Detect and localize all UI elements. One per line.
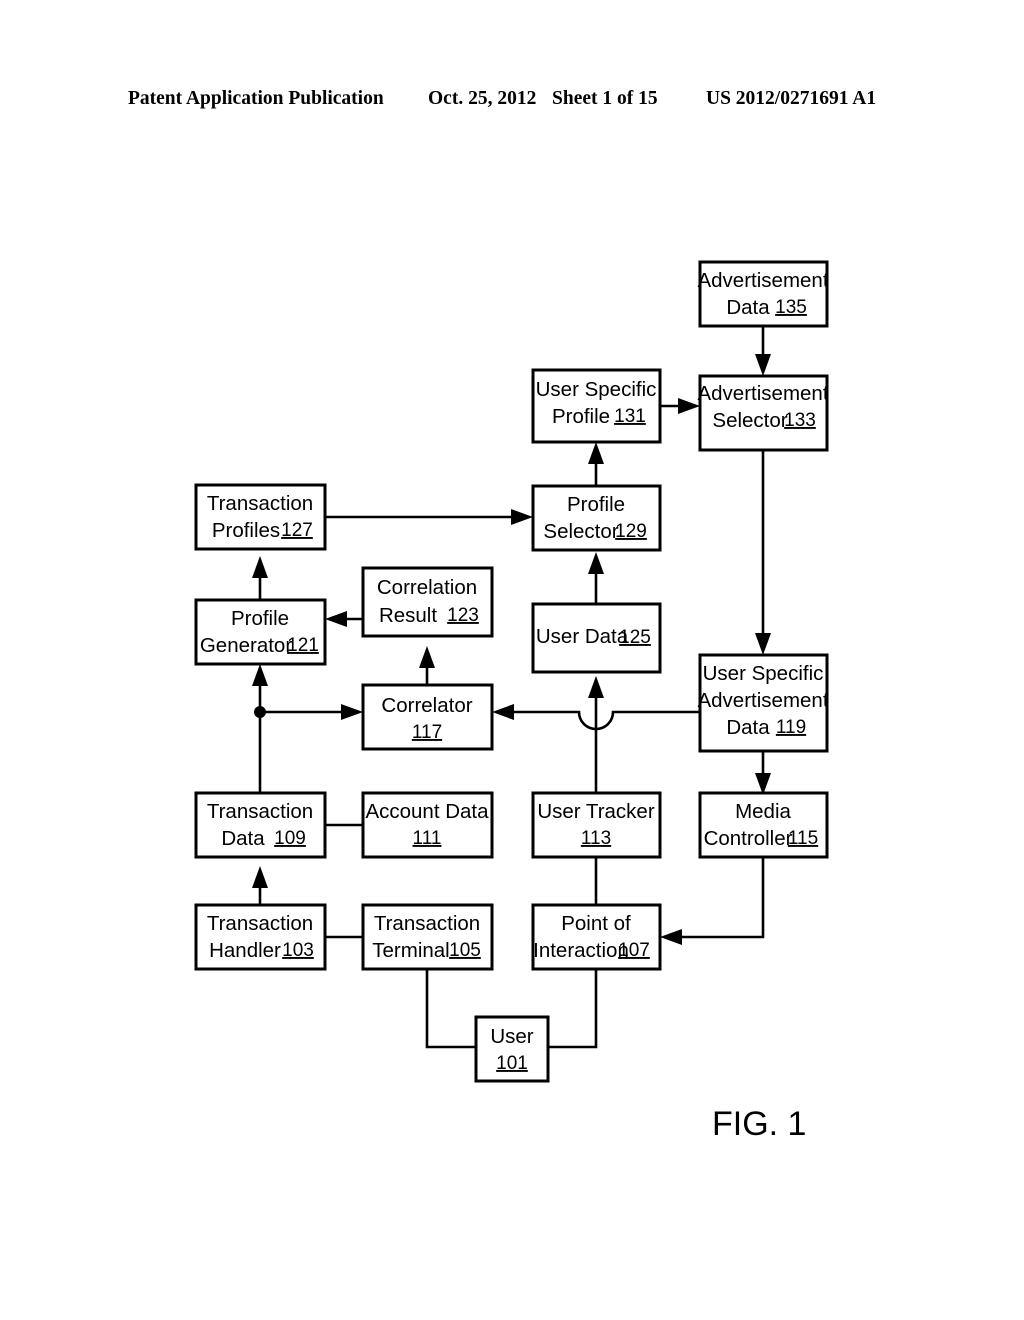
node-label-line2: Result — [379, 604, 437, 627]
node-label-line1: Account Data — [365, 800, 489, 823]
node-reference-number: 105 — [449, 940, 481, 961]
arrowhead-transaction-data-to-profile-generator — [252, 664, 268, 686]
node-label-line1: Point of — [561, 912, 631, 935]
arrowhead-transaction-data-branch-to-correlator — [341, 704, 363, 720]
node-user[interactable]: User 101 — [474, 1015, 550, 1083]
node-reference-number: 129 — [615, 521, 647, 542]
node-label-line1: Correlator — [381, 694, 472, 717]
node-label-line2: Profiles — [212, 519, 280, 542]
node-reference-number: 103 — [282, 940, 314, 961]
node-media-controller[interactable]: Media Controller 115 — [698, 791, 829, 859]
node-label-line1: Transaction — [374, 912, 480, 935]
arrowhead-correlator-to-correlation-result — [419, 646, 435, 668]
node-user-specific-advertisement-data[interactable]: User Specific Advertisement Data 119 — [697, 653, 829, 753]
node-advertisement-selector[interactable]: Advertisement Selector 133 — [697, 374, 829, 452]
node-reference-number: 107 — [618, 940, 650, 961]
node-reference-number: 119 — [776, 717, 806, 738]
node-reference-number: 121 — [287, 635, 319, 656]
node-user-data[interactable]: User Data 125 — [531, 602, 662, 674]
node-label-line2: Interaction — [533, 939, 629, 962]
arrowhead-transaction-handler-to-transaction-data — [252, 866, 268, 888]
node-label-line2: Handler — [209, 939, 281, 962]
node-label-line1: Profile — [231, 607, 289, 630]
figure-1-block-diagram: Advertisement Data 135 Advertisement Sel… — [194, 260, 829, 1143]
node-reference-number: 113 — [581, 828, 611, 849]
node-reference-number: 135 — [775, 297, 807, 318]
node-label-line1: User Specific — [536, 378, 657, 401]
arrowhead-ad-selector-to-user-specific-ad-data — [755, 633, 771, 655]
node-transaction-profiles[interactable]: Transaction Profiles 127 — [194, 483, 327, 551]
link-point-of-interaction-to-user — [548, 969, 598, 1049]
link-transaction-terminal-to-user — [425, 969, 476, 1049]
node-correlation-result[interactable]: Correlation Result 123 — [361, 566, 494, 638]
arrowhead-profile-selector-to-user-specific-profile — [588, 442, 604, 464]
node-label-line2: Selector — [712, 409, 787, 432]
node-reference-number: 109 — [274, 828, 306, 849]
node-label-line1: Advertisement — [697, 382, 828, 405]
node-label-line2: Selector — [543, 520, 618, 543]
arrowhead-user-tracker-to-user-data — [588, 676, 604, 698]
arrowhead-transaction-profiles-to-profile-selector — [511, 509, 533, 525]
node-correlator[interactable]: Correlator 117 — [361, 683, 494, 751]
node-reference-number: 131 — [614, 406, 646, 427]
arrowhead-correlation-result-to-profile-generator — [325, 611, 347, 627]
arrowhead-user-data-to-profile-selector — [588, 552, 604, 574]
patent-page: Patent Application Publication Oct. 25, … — [0, 0, 1024, 1320]
node-label-line1: User Specific — [703, 662, 824, 685]
link-user-specific-ad-data-to-correlator — [506, 710, 700, 731]
node-profile-selector[interactable]: Profile Selector 129 — [531, 484, 662, 552]
node-label-line2: Advertisement — [697, 689, 828, 712]
node-transaction-terminal[interactable]: Transaction Terminal 105 — [361, 903, 494, 971]
node-label-line2: Generator — [200, 634, 292, 657]
node-label-line1: Transaction — [207, 800, 313, 823]
node-label-line1: User — [490, 1025, 533, 1048]
node-reference-number: 117 — [412, 722, 442, 743]
node-user-specific-profile[interactable]: User Specific Profile 131 — [531, 368, 662, 444]
node-reference-number: 125 — [619, 627, 651, 648]
node-advertisement-data[interactable]: Advertisement Data 135 — [697, 260, 829, 328]
node-label-line1: Transaction — [207, 492, 313, 515]
node-label-line2: Terminal — [372, 939, 449, 962]
node-reference-number: 101 — [496, 1053, 528, 1074]
node-label-line2: Data — [221, 827, 265, 850]
node-reference-number: 133 — [784, 410, 816, 431]
node-reference-number: 115 — [788, 828, 818, 849]
node-label-line1: Transaction — [207, 912, 313, 935]
node-label-line1: User Data — [536, 625, 629, 648]
node-reference-number: 123 — [447, 605, 479, 626]
node-label-line1: User Tracker — [537, 800, 654, 823]
arrowhead-profile-generator-to-transaction-profiles — [252, 556, 268, 578]
node-label-line1: Profile — [567, 493, 625, 516]
node-label-line2: Controller — [704, 827, 793, 850]
figure-caption: FIG. 1 — [712, 1105, 806, 1143]
node-label-line3: Data — [726, 716, 770, 739]
node-label-line2: Data — [726, 296, 770, 319]
arrowhead-user-specific-ad-data-to-correlator — [492, 704, 514, 720]
link-media-controller-to-point-of-interaction — [674, 857, 765, 939]
node-label-line1: Advertisement — [697, 269, 828, 292]
node-label-line1: Media — [735, 800, 791, 823]
arrowhead-ad-data-to-ad-selector — [755, 354, 771, 376]
node-label-line2: Profile — [552, 405, 610, 428]
node-point-of-interaction[interactable]: Point of Interaction 107 — [531, 903, 662, 971]
node-reference-number: 127 — [281, 520, 313, 541]
arrowhead-media-controller-to-point-of-interaction — [660, 929, 682, 945]
node-transaction-handler[interactable]: Transaction Handler 103 — [194, 903, 327, 971]
node-label-line1: Correlation — [377, 576, 477, 599]
node-transaction-data[interactable]: Transaction Data 109 — [194, 791, 327, 859]
node-user-tracker[interactable]: User Tracker 113 — [531, 791, 662, 859]
node-account-data[interactable]: Account Data 111 — [361, 791, 494, 859]
node-reference-number: 111 — [413, 828, 442, 849]
node-profile-generator[interactable]: Profile Generator 121 — [194, 598, 327, 666]
